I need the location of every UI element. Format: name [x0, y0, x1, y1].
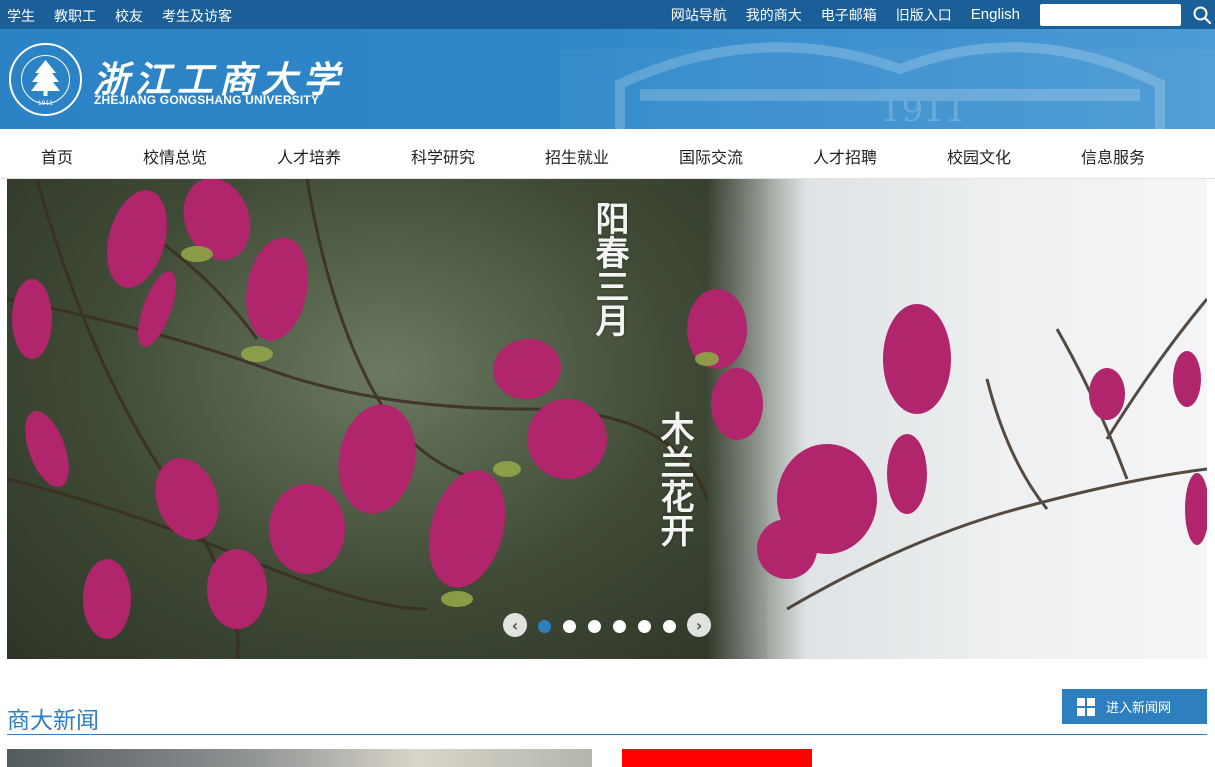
- university-seal-logo[interactable]: 1911: [9, 43, 82, 116]
- gate-year: 1911: [880, 90, 967, 129]
- nav-info-services[interactable]: 信息服务: [1081, 144, 1145, 168]
- top-utility-bar: 学生 教职工 校友 考生及访客 网站导航 我的商大 电子邮箱 旧版入口 Engl…: [0, 0, 1215, 29]
- carousel-next-button[interactable]: ›: [687, 613, 711, 637]
- carousel-dot-2[interactable]: [563, 620, 576, 633]
- enter-news-site-button[interactable]: 进入新闻网: [1062, 689, 1207, 724]
- nav-campus-culture[interactable]: 校园文化: [947, 144, 1011, 168]
- search-input[interactable]: [1040, 3, 1181, 26]
- search-icon: [1193, 6, 1211, 24]
- nav-recruitment[interactable]: 人才招聘: [813, 144, 877, 168]
- enter-news-label: 进入新闻网: [1106, 701, 1172, 716]
- seal-year: 1911: [38, 100, 53, 107]
- hero-carousel[interactable]: 阳春三月 木兰花开 ‹ ›: [7, 179, 1207, 659]
- carousel-dot-3[interactable]: [588, 620, 601, 633]
- chevron-right-icon: ›: [695, 615, 703, 635]
- carousel-dot-5[interactable]: [638, 620, 651, 633]
- nav-admissions[interactable]: 招生就业: [545, 144, 609, 168]
- campus-gate-watermark: 1911: [615, 42, 1165, 129]
- nav-research[interactable]: 科学研究: [411, 144, 475, 168]
- link-english[interactable]: English: [971, 6, 1020, 23]
- carousel-dot-6[interactable]: [663, 620, 676, 633]
- link-students[interactable]: 学生: [7, 6, 35, 26]
- logo-english-name[interactable]: ZHEJIANG GONGSHANG UNIVERSITY: [94, 93, 319, 107]
- news-section-divider: [7, 734, 1207, 735]
- link-site-nav[interactable]: 网站导航: [671, 5, 727, 25]
- news-feature-block[interactable]: [622, 749, 812, 767]
- grid-icon: [1077, 697, 1095, 716]
- search-button[interactable]: [1188, 0, 1215, 29]
- tree-icon: 1911: [31, 60, 60, 107]
- news-section-title: 商大新闻: [7, 708, 99, 734]
- banner-poem-line-1: 阳春三月: [589, 201, 629, 337]
- link-old-version[interactable]: 旧版入口: [896, 5, 952, 25]
- site-header: 1911 1911 浙江工商大学 ZHEJIANG GONGSHANG UNIV…: [0, 29, 1215, 129]
- link-visitors[interactable]: 考生及访客: [162, 6, 232, 26]
- audience-links: 学生 教职工 校友 考生及访客: [7, 6, 232, 26]
- nav-home[interactable]: 首页: [41, 144, 73, 168]
- link-alumni[interactable]: 校友: [115, 6, 143, 26]
- carousel-prev-button[interactable]: ‹: [503, 613, 527, 637]
- link-email[interactable]: 电子邮箱: [821, 5, 877, 25]
- news-thumbnail-image[interactable]: [7, 749, 592, 767]
- nav-overview[interactable]: 校情总览: [143, 144, 207, 168]
- link-staff[interactable]: 教职工: [54, 6, 96, 26]
- utility-links: 网站导航 我的商大 电子邮箱 旧版入口 English: [671, 0, 1215, 29]
- carousel-dot-4[interactable]: [613, 620, 626, 633]
- carousel-dot-1[interactable]: [538, 620, 551, 633]
- link-my-university[interactable]: 我的商大: [746, 5, 802, 25]
- nav-international[interactable]: 国际交流: [679, 144, 743, 168]
- nav-education[interactable]: 人才培养: [277, 144, 341, 168]
- chevron-left-icon: ‹: [511, 615, 519, 635]
- main-nav: 首页 校情总览 人才培养 科学研究 招生就业 国际交流 人才招聘 校园文化 信息…: [0, 129, 1215, 179]
- banner-poem-line-2: 木兰花开: [654, 411, 694, 547]
